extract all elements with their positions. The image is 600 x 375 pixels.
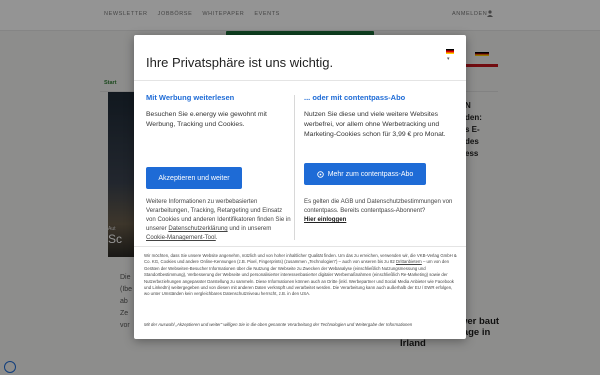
ads-info-note: Weitere Informationen zu werbebasierten … [146, 197, 292, 242]
ads-option-text: Besuchen Sie e.energy wie gewohnt mit We… [146, 111, 267, 128]
note-text: Es gelten die AGB und Datenschutzbestimm… [304, 198, 453, 214]
contentpass-note: Es gelten die AGB und Datenschutzbestimm… [304, 197, 454, 224]
legal-text: Wir möchten, dass Sie unsere Website ang… [144, 253, 458, 298]
consent-dialog: Ihre Privatsphäre ist uns wichtig. ▾ Mit… [134, 35, 466, 339]
privacy-policy-link[interactable]: Datenschutzerklärung [168, 225, 227, 232]
language-flag-icon[interactable] [446, 49, 454, 54]
third-party-link[interactable]: Drittanbietern [396, 259, 422, 264]
contentpass-button-label: Mehr zum contentpass-Abo [327, 170, 414, 178]
accept-button[interactable]: Akzeptieren und weiter [146, 167, 242, 189]
subscription-option-column: ... oder mit contentpass-Abo Nutzen Sie … [304, 93, 454, 223]
legal-text-part: – um von den Geräten der Webseiten-Besuc… [144, 259, 454, 297]
subscription-heading: ... oder mit contentpass-Abo [304, 93, 406, 102]
note-text: . [215, 234, 218, 241]
divider [134, 80, 466, 81]
contentpass-button[interactable]: Mehr zum contentpass-Abo [304, 163, 426, 185]
legal-consent-text: Mit der Auswahl „Akzeptieren und weiter“… [144, 322, 413, 327]
dialog-title: Ihre Privatsphäre ist uns wichtig. [146, 55, 334, 70]
subscription-text: Nutzen Sie diese und viele weitere Websi… [304, 111, 446, 138]
divider [134, 246, 466, 247]
column-divider [294, 95, 295, 240]
login-here-link[interactable]: Hier einloggen [304, 215, 454, 224]
ads-option-heading: Mit Werbung weiterlesen [146, 93, 235, 102]
chevron-down-icon[interactable]: ▾ [447, 56, 450, 62]
ads-option-column: Mit Werbung weiterlesen Besuchen Sie e.e… [146, 93, 292, 241]
cookie-management-link[interactable]: Cookie-Management-Tool [146, 234, 216, 241]
contentpass-icon [316, 170, 324, 178]
note-text: und in unserem [227, 225, 272, 232]
